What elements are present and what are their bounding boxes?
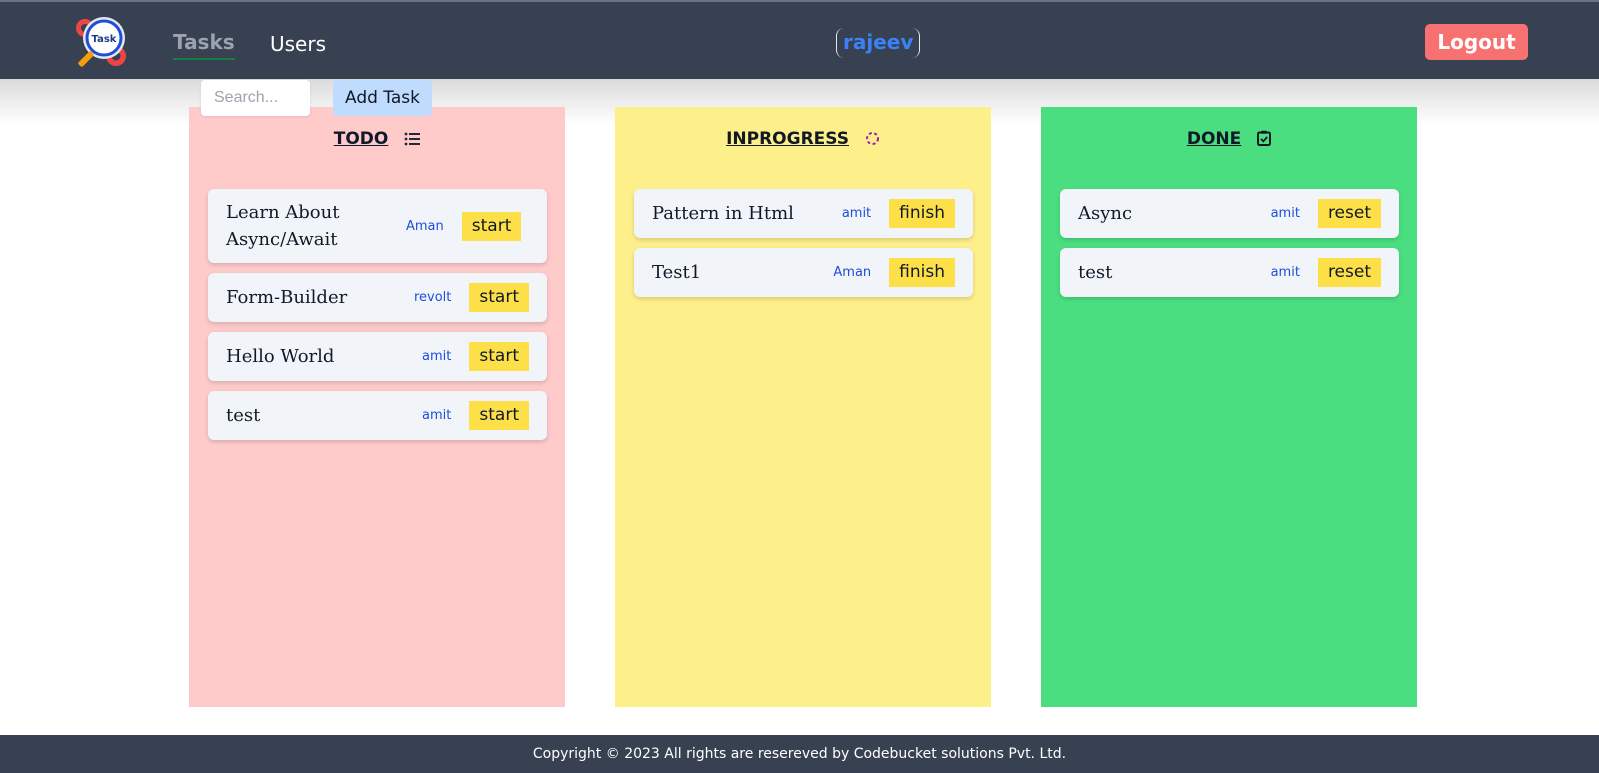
task-assignee: revolt: [413, 290, 452, 305]
task-card[interactable]: test amit start: [208, 391, 547, 440]
task-title: Test1: [652, 262, 702, 283]
task-assignee: amit: [422, 408, 452, 423]
task-title: test: [1078, 262, 1113, 283]
add-task-button[interactable]: Add Task: [333, 80, 432, 116]
footer-copyright: Copyright © 2023 All rights are resereve…: [532, 746, 1067, 762]
task-assignee: amit: [841, 206, 872, 221]
nav-users-link[interactable]: Users: [270, 32, 326, 56]
start-button[interactable]: start: [469, 342, 529, 371]
todo-column-header: TODO: [189, 129, 565, 151]
task-card[interactable]: test amit reset: [1060, 248, 1399, 297]
start-button[interactable]: start: [469, 283, 529, 312]
task-title: Form-Builder: [226, 287, 348, 308]
done-column-header: DONE: [1041, 129, 1417, 151]
svg-text:Task: Task: [92, 34, 117, 45]
task-title: Learn About Async/Await: [226, 202, 340, 250]
search-input[interactable]: [201, 80, 310, 116]
inprogress-column-title: INPROGRESS: [726, 129, 849, 149]
inprogress-column: INPROGRESS Pattern in Html amit finish T…: [615, 107, 991, 707]
reset-button[interactable]: reset: [1317, 199, 1381, 228]
task-assignee: amit: [422, 349, 452, 364]
done-column: DONE Async amit reset test amit reset: [1041, 107, 1417, 707]
finish-button[interactable]: finish: [889, 199, 955, 228]
task-card[interactable]: Form-Builder revolt start: [208, 273, 547, 322]
reset-button[interactable]: reset: [1317, 258, 1381, 287]
task-card[interactable]: Async amit reset: [1060, 189, 1399, 238]
task-assignee: Aman: [833, 265, 872, 280]
done-column-title: DONE: [1186, 129, 1242, 149]
clipboard-check-icon: [1257, 130, 1272, 151]
username-badge: rajeev: [836, 28, 921, 58]
task-title: Pattern in Html: [652, 203, 794, 224]
task-card[interactable]: Hello World amit start: [208, 332, 547, 381]
task-assignee: amit: [1270, 265, 1300, 280]
task-card[interactable]: Pattern in Html amit finish: [634, 189, 973, 238]
nav-tasks-link[interactable]: Tasks: [173, 30, 235, 60]
todo-card-list: Learn About Async/Await Aman start Form-…: [208, 189, 547, 450]
task-card[interactable]: Learn About Async/Await Aman start: [208, 189, 547, 263]
task-title: Async: [1078, 203, 1133, 224]
start-button[interactable]: start: [461, 211, 522, 241]
start-button[interactable]: start: [469, 401, 529, 430]
task-card[interactable]: Test1 Aman finish: [634, 248, 973, 297]
todo-column-title: TODO: [333, 129, 389, 149]
logo-icon[interactable]: Task: [72, 14, 130, 72]
logout-button[interactable]: Logout: [1425, 24, 1528, 60]
task-assignee: amit: [1270, 206, 1300, 221]
top-navbar: Task Tasks Users rajeev Logout: [0, 0, 1599, 79]
list-icon: [404, 131, 421, 151]
task-assignee: Aman: [406, 218, 444, 234]
footer: Copyright © 2023 All rights are resereve…: [0, 735, 1599, 773]
finish-button[interactable]: finish: [889, 258, 955, 287]
done-card-list: Async amit reset test amit reset: [1060, 189, 1399, 307]
todo-column: TODO Learn About Async/Await Aman start …: [189, 107, 565, 707]
task-title: test: [226, 405, 261, 426]
loader-icon: [865, 131, 880, 151]
inprogress-column-header: INPROGRESS: [615, 129, 991, 151]
task-title: Hello World: [226, 346, 335, 367]
inprogress-card-list: Pattern in Html amit finish Test1 Aman f…: [634, 189, 973, 307]
